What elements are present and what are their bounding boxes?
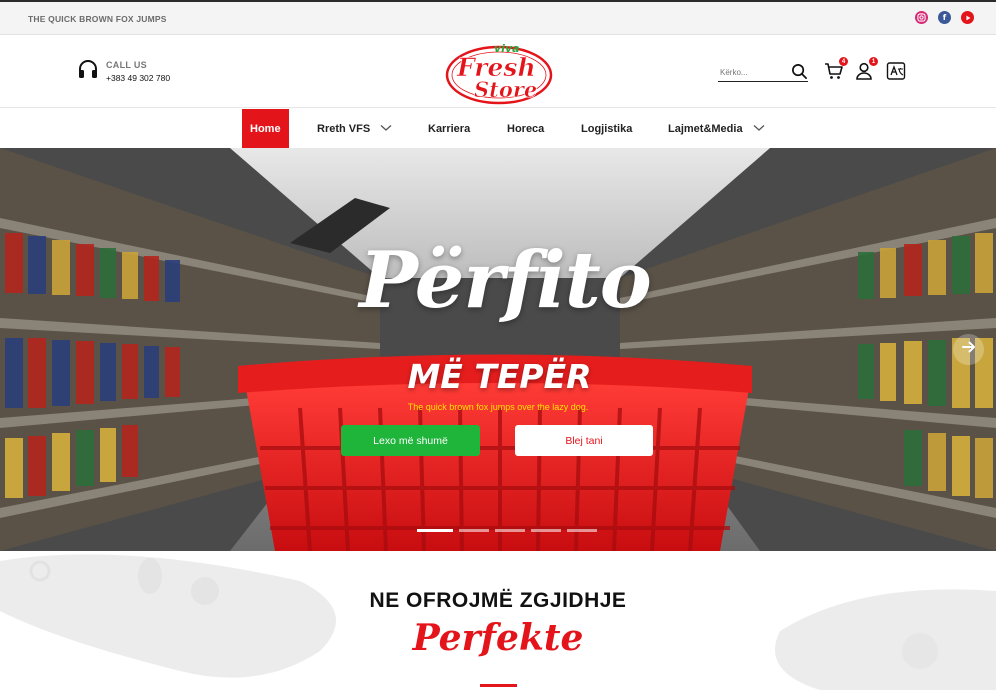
account-button[interactable]: 1 xyxy=(854,57,878,81)
nav-label-rreth-vfs: Rreth VFS xyxy=(317,122,371,135)
slider-dots xyxy=(417,529,597,532)
slider-dot[interactable] xyxy=(417,529,453,532)
nav-item-karriera[interactable]: Karriera xyxy=(428,109,470,148)
call-us[interactable]: CALL US +383 49 302 780 xyxy=(76,57,170,86)
nav-label-lajmet-media: Lajmet&Media xyxy=(668,122,743,135)
nav-item-horeca[interactable]: Horeca xyxy=(507,109,544,148)
search-box xyxy=(718,62,808,82)
section-script-title: Perfekte xyxy=(412,617,584,659)
arrow-right-icon xyxy=(961,339,977,360)
nav-label-home: Home xyxy=(250,122,281,135)
facebook-icon[interactable]: f xyxy=(938,11,951,24)
slider-next-button[interactable] xyxy=(953,334,984,365)
section-divider xyxy=(480,684,517,687)
cart-count-badge: 4 xyxy=(839,57,848,66)
nav-label-horeca: Horeca xyxy=(507,122,545,135)
nav-item-logjistika[interactable]: Logjistika xyxy=(581,109,632,148)
slider-dot[interactable] xyxy=(495,529,525,532)
user-icon xyxy=(854,62,874,85)
headphones-icon xyxy=(76,57,100,86)
nav-item-rreth-vfs[interactable]: Rreth VFS xyxy=(317,109,392,148)
nav-label-karriera: Karriera xyxy=(428,122,471,135)
instagram-icon[interactable] xyxy=(915,11,928,24)
cart-button[interactable]: 4 xyxy=(824,57,848,81)
top-bar: THE QUICK BROWN FOX JUMPS f xyxy=(0,2,996,35)
buy-now-button[interactable]: Blej tani xyxy=(515,425,653,456)
nav-label-logjistika: Logjistika xyxy=(581,122,633,135)
slider-dot[interactable] xyxy=(459,529,489,532)
search-icon[interactable] xyxy=(791,63,808,85)
nav-item-lajmet-media[interactable]: Lajmet&Media xyxy=(668,109,765,148)
logo-store: Store xyxy=(474,77,537,102)
social-links: f xyxy=(915,11,974,24)
hero-subtitle: MË TEPËR xyxy=(407,357,592,396)
section-title: NE OFROJMË ZGJIDHJE xyxy=(369,589,627,612)
site-header: CALL US +383 49 302 780 viva Fresh Store… xyxy=(0,35,996,108)
nav-item-home[interactable]: Home xyxy=(242,109,289,148)
solutions-section: NE OFROJMË ZGJIDHJE Perfekte xyxy=(0,551,996,690)
hero-tagline: The quick brown fox jumps over the lazy … xyxy=(407,402,589,412)
read-more-button[interactable]: Lexo më shumë xyxy=(341,425,480,456)
user-count-badge: 1 xyxy=(869,57,878,66)
hero-slider: Përfito MË TEPËR The quick brown fox jum… xyxy=(0,148,996,551)
site-logo[interactable]: viva Fresh Store xyxy=(444,39,554,105)
language-button[interactable] xyxy=(886,61,906,81)
youtube-icon[interactable] xyxy=(961,11,974,24)
hero-background-image xyxy=(0,148,996,551)
translate-icon xyxy=(886,62,906,85)
top-tagline: THE QUICK BROWN FOX JUMPS xyxy=(28,14,167,24)
hero-title: Përfito xyxy=(359,235,652,326)
main-nav: Home Rreth VFS Karriera Horeca Logjistik… xyxy=(0,109,996,148)
slider-dot[interactable] xyxy=(567,529,597,532)
call-us-title: CALL US xyxy=(106,60,147,70)
cart-icon xyxy=(824,63,844,85)
chevron-down-icon xyxy=(380,123,392,135)
call-us-number[interactable]: +383 49 302 780 xyxy=(106,73,170,83)
slider-dot[interactable] xyxy=(531,529,561,532)
chevron-down-icon xyxy=(753,123,765,135)
search-input[interactable] xyxy=(718,63,788,77)
